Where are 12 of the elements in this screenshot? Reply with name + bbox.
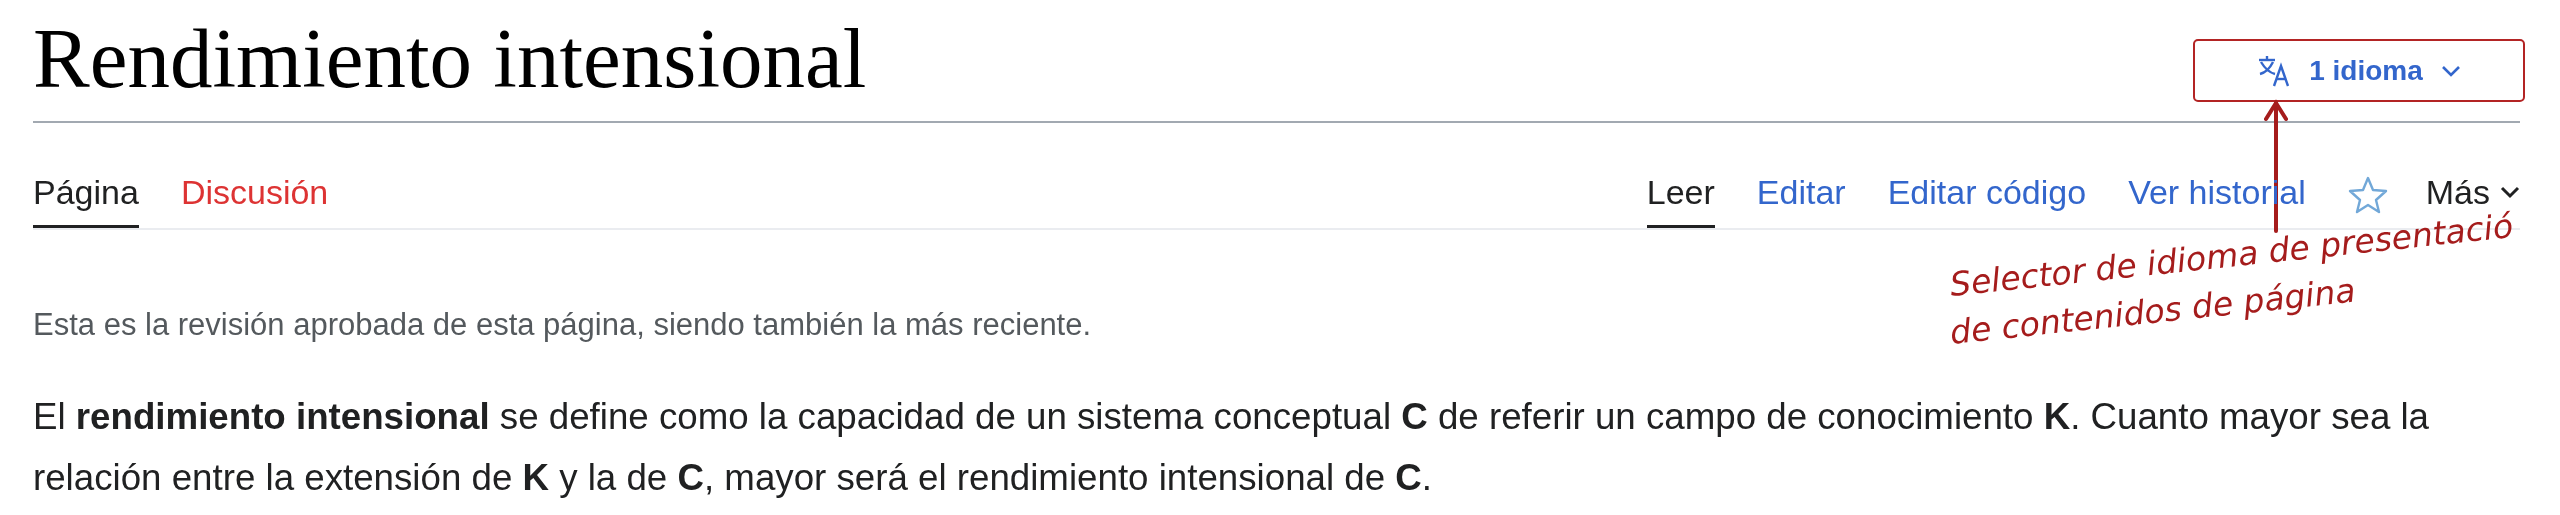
language-button[interactable]: 1 idioma xyxy=(2193,39,2525,102)
view-tab[interactable]: Editar xyxy=(1756,175,1846,228)
revision-notice: Esta es la revisión aprobada de esta página, siendo también la más reciente. xyxy=(33,306,1092,344)
view-tab[interactable]: Editar código xyxy=(1887,175,2087,228)
translate-icon xyxy=(2257,53,2292,88)
chevron-down-icon xyxy=(2500,185,2520,199)
page-tab[interactable]: Discusión xyxy=(180,175,329,228)
page-tab[interactable]: Página xyxy=(33,175,139,228)
chevron-down-icon xyxy=(2440,63,2461,78)
article-paragraph: El rendimiento intensional se define como la capacidad de un sistema conceptual C de referir un campo de conocimiento K. Cuanto mayor sea la relación entre la extensión de K y la de C, mayor será el rendimiento intensional de C. xyxy=(33,395,2431,501)
page-title: Rendimiento intensional xyxy=(33,10,867,101)
view-tab[interactable]: Leer xyxy=(1646,175,1715,228)
